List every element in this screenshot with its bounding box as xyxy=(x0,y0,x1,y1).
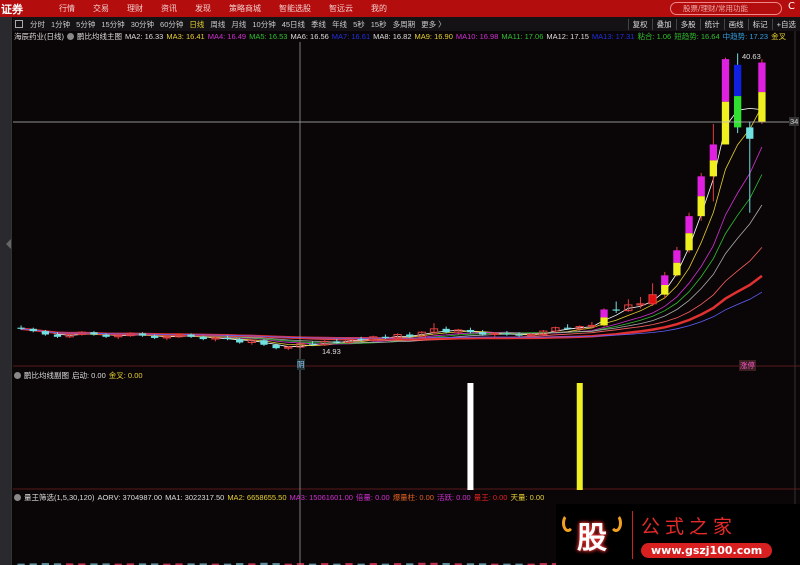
ma-value: 短趋势: 16.64 xyxy=(674,32,720,41)
candle-body xyxy=(758,62,766,93)
ma-value: MA2: 16.33 xyxy=(125,32,164,41)
settings-icon[interactable] xyxy=(14,372,21,379)
candle-body xyxy=(41,331,50,335)
candle-body xyxy=(53,334,62,337)
candle-body xyxy=(102,334,110,337)
ma-line xyxy=(21,107,762,348)
ma-value: 金叉 xyxy=(771,32,787,41)
crosshair-price-label: 34 xyxy=(789,117,800,126)
main-indicator-legend: 海辰药业(日线) 鹏比均线主图 MA2: 16.33 MA3: 16.41 MA4:… xyxy=(14,31,786,42)
candle-body xyxy=(199,336,207,340)
settings-icon[interactable] xyxy=(67,33,74,40)
candle-body xyxy=(600,309,608,318)
sub2-value: 爆量柱: 0.00 xyxy=(392,493,434,502)
signal-bar xyxy=(576,383,583,490)
ma-value: MA3: 16.41 xyxy=(166,32,205,41)
candle-body xyxy=(515,334,523,336)
candle-body xyxy=(406,334,414,337)
candle-body xyxy=(478,332,487,335)
ma-value: MA11: 17.06 xyxy=(501,32,544,41)
candle-body xyxy=(600,317,608,326)
candle-body xyxy=(308,343,317,345)
candle-body xyxy=(721,59,730,102)
candle-body xyxy=(709,160,717,177)
candle-body xyxy=(138,333,147,336)
candle-body xyxy=(733,64,742,97)
sub1-legend: 鹏比均线副图 启动: 0.00 金叉: 0.00 xyxy=(14,370,143,381)
ma-value: MA7: 16.61 xyxy=(331,32,371,41)
candle-body xyxy=(236,339,244,343)
candle-body xyxy=(685,216,693,234)
signal-bar xyxy=(467,383,474,490)
ma-line xyxy=(20,274,763,340)
ma-value: MA10: 16.98 xyxy=(455,32,499,41)
candle-body xyxy=(673,250,681,263)
sub2-value: 量王: 0.00 xyxy=(473,493,508,502)
sub2-value: MA2: 6658655.50 xyxy=(227,493,287,502)
sub2-value: 活跃: 0.00 xyxy=(436,493,471,502)
sub2-legend: 量王筛选(1,5,30,120) AORV: 3704987.00 MA1: 30… xyxy=(14,492,544,503)
settings-icon[interactable] xyxy=(14,494,21,501)
candle-body xyxy=(17,327,25,329)
candle-body xyxy=(758,92,766,122)
candle-body xyxy=(381,336,390,338)
candle-body xyxy=(673,262,681,276)
candle-body xyxy=(685,233,693,251)
ma-value: 中趋势: 17.23 xyxy=(722,32,769,41)
sub2-value: 天量: 0.00 xyxy=(510,493,545,502)
candle-body xyxy=(90,332,98,335)
candle-body xyxy=(333,341,341,343)
ma-line xyxy=(21,146,763,345)
candle-body xyxy=(260,340,268,345)
candle-body xyxy=(503,333,511,335)
candle-body xyxy=(746,127,754,139)
candle-body xyxy=(648,294,657,305)
sub2-value: 倍量: 0.00 xyxy=(355,493,390,502)
stock-name: 海辰药业(日线) xyxy=(14,32,64,41)
watermark-logo: 股 公式之家 www.gszj100.com xyxy=(556,504,800,565)
candle-body xyxy=(466,329,475,333)
high-price-label: 40.63 xyxy=(742,52,761,61)
sub1-value: 金叉: 0.00 xyxy=(108,371,143,380)
candle-body xyxy=(733,96,742,128)
ma-value: MA4: 16.49 xyxy=(207,32,247,41)
ma-value: MA6: 16.56 xyxy=(290,32,329,41)
ma-value: MA12: 17.15 xyxy=(546,32,589,41)
candle-body xyxy=(223,337,232,340)
ma-line xyxy=(21,106,763,347)
sub2-value: MA3: 15061601.00 xyxy=(289,493,353,502)
sub2-indicator[interactable]: 量王筛选(1,5,30,120) xyxy=(24,492,94,503)
ma-value: 粘合: 1.06 xyxy=(637,32,672,41)
candle-body xyxy=(721,101,730,145)
candle-body xyxy=(612,309,620,311)
indicator-name[interactable]: 鹏比均线主图 xyxy=(77,31,122,42)
candle-body xyxy=(272,344,280,349)
candle-body xyxy=(151,335,159,338)
candle-body xyxy=(563,327,572,329)
candle-body xyxy=(697,176,705,197)
candle-body xyxy=(661,275,669,286)
ma-value: MA13: 17.31 xyxy=(591,32,635,41)
ma-line xyxy=(21,247,763,341)
candle-body xyxy=(357,339,365,341)
candle-body xyxy=(29,328,37,332)
sub2-value: MA1: 3022317.50 xyxy=(165,493,225,502)
kline-chart[interactable] xyxy=(0,0,800,565)
low-price-label: 14.93 xyxy=(322,347,341,356)
limit-up-tag: 涨停 xyxy=(739,360,756,371)
sub1-value: 启动: 0.00 xyxy=(72,371,106,380)
ma-value: MA9: 16.90 xyxy=(414,32,453,41)
candle-body xyxy=(442,328,450,333)
ma-value: MA5: 16.53 xyxy=(249,32,288,41)
candle-body xyxy=(187,334,195,337)
ma-line xyxy=(21,174,763,344)
sub1-indicator[interactable]: 鹏比均线副图 xyxy=(24,370,69,381)
sub2-value: AORV: 3704987.00 xyxy=(97,493,163,502)
ma-value: MA8: 16.82 xyxy=(373,32,412,41)
candle-body xyxy=(661,285,669,295)
ma-line xyxy=(21,204,763,343)
candle-body xyxy=(697,196,705,217)
candle-body xyxy=(709,144,717,161)
crosshair-date-label: 阴 xyxy=(297,359,305,370)
